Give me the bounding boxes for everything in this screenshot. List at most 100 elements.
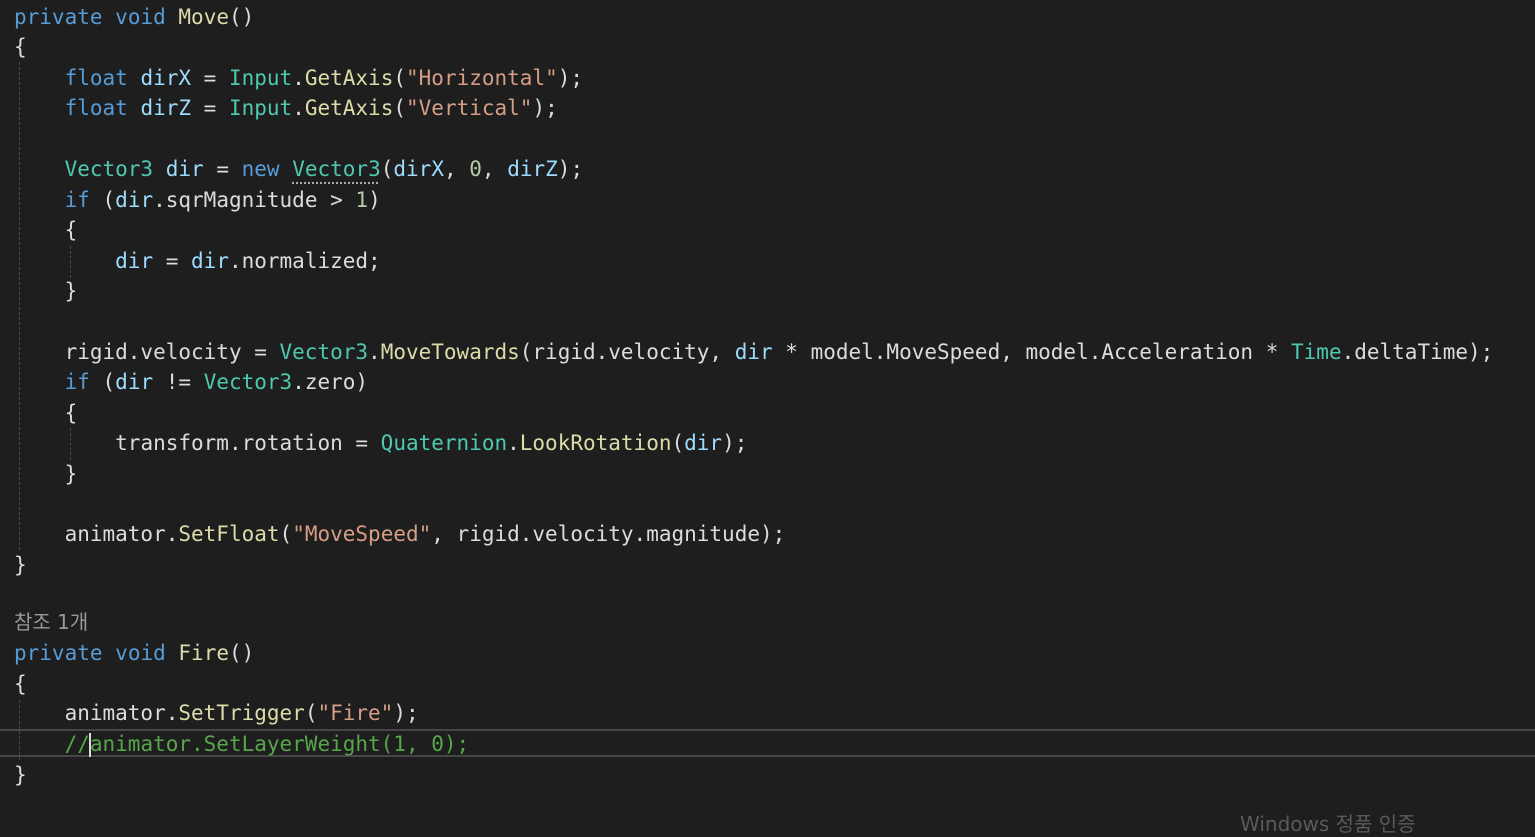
code-line[interactable]: animator.SetFloat("MoveSpeed", rigid.vel…: [14, 519, 786, 549]
punctuation: .: [292, 96, 305, 120]
code-text: animator.: [64, 522, 179, 546]
code-line[interactable]: transform.rotation = Quaternion.LookRota…: [14, 428, 747, 458]
number-literal: 1: [355, 188, 369, 212]
variable: dirZ: [140, 96, 192, 120]
code-line-current[interactable]: //animator.SetLayerWeight(1, 0);: [14, 729, 469, 759]
punctuation: (: [393, 66, 407, 90]
comment: //: [64, 732, 90, 756]
method-name: LookRotation: [519, 431, 672, 455]
codelens-references[interactable]: 참조 1개: [14, 607, 88, 637]
operator: =: [153, 249, 192, 273]
string-literal: "Horizontal": [406, 66, 558, 90]
type-name: Vector3: [203, 370, 293, 394]
keyword: private: [14, 5, 103, 29]
type-name: Time: [1291, 340, 1342, 364]
code-text: .zero): [292, 370, 369, 394]
operator: =: [203, 157, 242, 181]
punctuation: (: [279, 522, 293, 546]
punctuation: ,: [443, 157, 470, 181]
code-line[interactable]: dir = dir.normalized;: [14, 246, 381, 276]
punctuation: (: [304, 701, 318, 725]
operator: =: [191, 96, 229, 120]
variable: dir: [734, 340, 773, 364]
code-line[interactable]: private void Fire(): [14, 638, 254, 668]
keyword: float: [64, 66, 128, 90]
code-line[interactable]: Vector3 dir = new Vector3(dirX, 0, dirZ)…: [14, 154, 584, 184]
code-line[interactable]: {: [14, 215, 78, 245]
punctuation: ,: [481, 157, 508, 181]
brace: }: [14, 553, 27, 577]
windows-activation-watermark: Windows 정품 인증: [1240, 812, 1416, 836]
codelens-label: 참조 1개: [14, 610, 89, 634]
code-editor[interactable]: private void Move() { float dirX = Input…: [0, 0, 1535, 836]
string-literal: "MoveSpeed": [292, 522, 432, 546]
variable: dir: [115, 249, 154, 273]
variable: dir: [115, 188, 154, 212]
code-line[interactable]: }: [14, 550, 27, 580]
keyword: void: [115, 5, 166, 29]
brace: }: [14, 763, 27, 787]
punctuation: (: [380, 157, 394, 181]
type-name: Input: [228, 66, 293, 90]
variable: dirZ: [507, 157, 558, 181]
type-name-with-suggestion[interactable]: Vector3: [292, 157, 381, 181]
brace: }: [64, 462, 78, 486]
punctuation: .: [292, 66, 305, 90]
code-line[interactable]: {: [14, 669, 27, 699]
code-line[interactable]: rigid.velocity = Vector3.MoveTowards(rig…: [14, 337, 1494, 367]
method-name: SetTrigger: [178, 701, 305, 725]
code-line[interactable]: float dirX = Input.GetAxis("Horizontal")…: [14, 63, 583, 93]
code-line[interactable]: {: [14, 398, 78, 428]
method-name: SetFloat: [178, 522, 280, 546]
punctuation: (): [228, 5, 255, 29]
variable: dir: [165, 157, 204, 181]
code-text: animator.: [64, 701, 179, 725]
code-line[interactable]: }: [14, 276, 78, 306]
code-line[interactable]: if (dir.sqrMagnitude > 1): [14, 185, 381, 215]
operator: !=: [153, 370, 204, 394]
variable: dir: [115, 370, 154, 394]
keyword: new: [241, 157, 280, 181]
punctuation: );: [557, 66, 584, 90]
punctuation: );: [722, 431, 748, 455]
type-name: Vector3: [279, 340, 369, 364]
brace: {: [14, 35, 27, 59]
comment: animator.SetLayerWeight(1, 0);: [89, 732, 470, 756]
brace: {: [64, 401, 78, 425]
variable: dir: [191, 249, 229, 273]
code-text: , rigid.velocity.magnitude);: [431, 522, 786, 546]
code-text: rigid.velocity =: [64, 340, 280, 364]
punctuation: .: [368, 340, 381, 364]
code-line[interactable]: }: [14, 459, 78, 489]
code-text: .sqrMagnitude >: [153, 188, 356, 212]
code-text: .normalized;: [228, 249, 381, 273]
code-text: transform.rotation =: [115, 431, 381, 455]
method-name: GetAxis: [304, 66, 394, 90]
code-line[interactable]: private void Move(): [14, 2, 254, 32]
operator: =: [191, 66, 229, 90]
code-line[interactable]: {: [14, 32, 27, 62]
code-text: .deltaTime);: [1341, 340, 1494, 364]
brace: }: [64, 279, 78, 303]
code-line[interactable]: if (dir != Vector3.zero): [14, 367, 368, 397]
method-name: MoveTowards: [380, 340, 520, 364]
punctuation: );: [393, 701, 419, 725]
string-literal: "Fire": [317, 701, 394, 725]
code-line[interactable]: }: [14, 760, 27, 790]
keyword: if: [64, 370, 90, 394]
method-name: Fire: [178, 641, 229, 665]
punctuation: );: [557, 157, 584, 181]
punctuation: (: [89, 370, 116, 394]
variable: dirX: [140, 66, 192, 90]
keyword: float: [64, 96, 128, 120]
code-line[interactable]: float dirZ = Input.GetAxis("Vertical");: [14, 93, 558, 123]
method-name: GetAxis: [304, 96, 394, 120]
punctuation: (: [671, 431, 685, 455]
code-line[interactable]: animator.SetTrigger("Fire");: [14, 698, 419, 728]
